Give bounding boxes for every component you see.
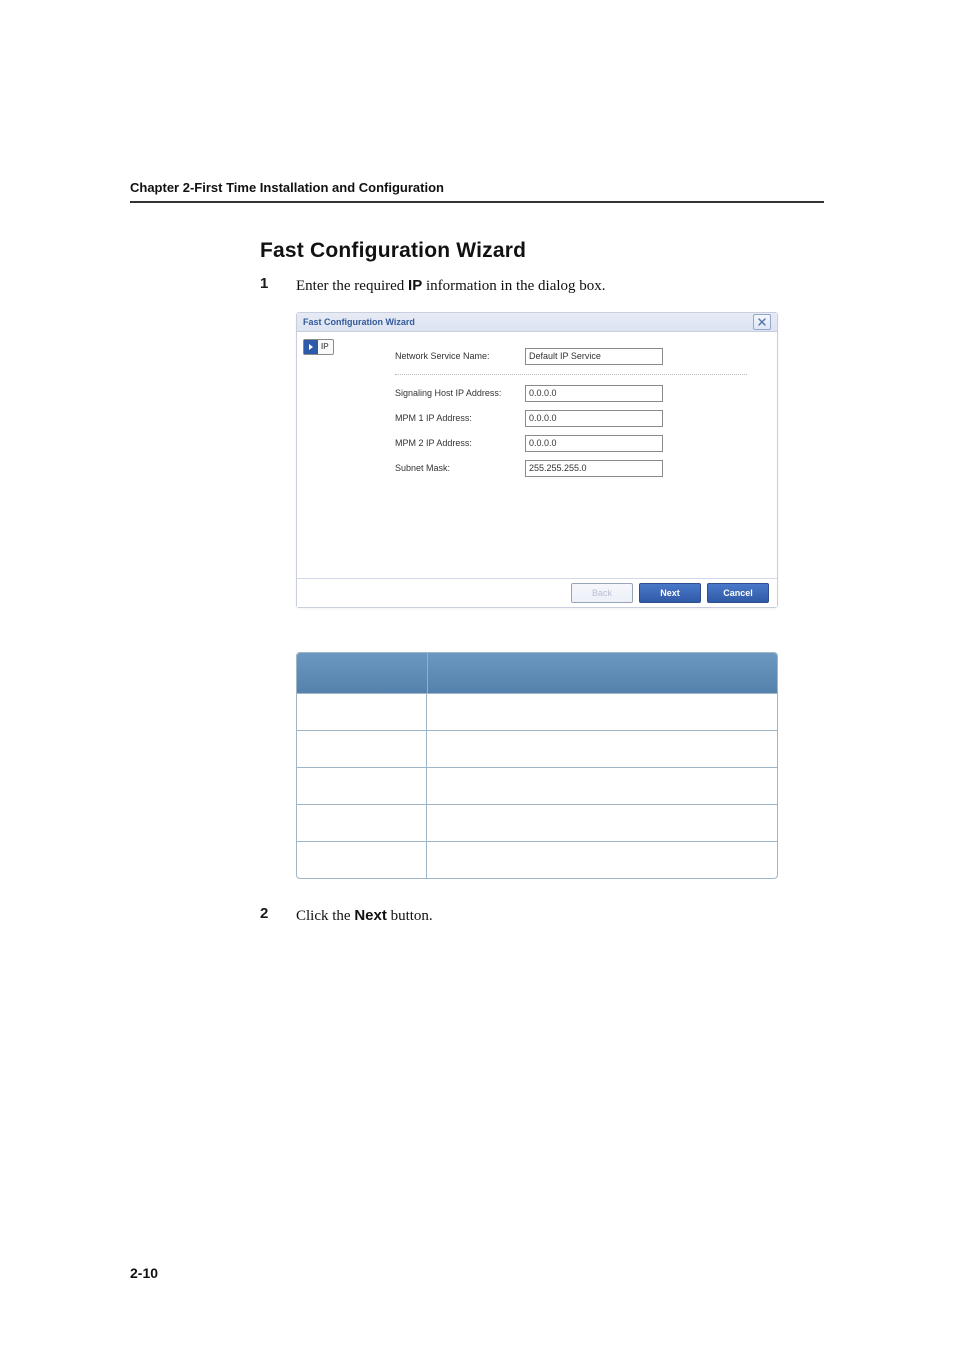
mpm2-label: MPM 2 IP Address:: [395, 438, 525, 448]
step-text-pre: Enter the required: [296, 278, 408, 294]
table-row: [297, 767, 777, 804]
step-text-bold: IP: [408, 277, 422, 294]
subnet-input[interactable]: [525, 460, 663, 477]
mpm2-input[interactable]: [525, 435, 663, 452]
step-2: 2 Click the Next button.: [260, 905, 824, 928]
step-text-post: button.: [387, 908, 433, 924]
sidebar-item-ip[interactable]: IP: [303, 339, 334, 355]
wizard-form: Network Service Name: Signaling Host IP …: [381, 332, 777, 578]
step-text-post: information in the dialog box.: [422, 278, 605, 294]
table-row: [297, 730, 777, 767]
chapter-header: Chapter 2-First Time Installation and Co…: [130, 180, 824, 195]
step-1: 1 Enter the required IP information in t…: [260, 275, 824, 298]
mpm1-label: MPM 1 IP Address:: [395, 413, 525, 423]
page-number: 2-10: [130, 1265, 158, 1281]
step-text-pre: Click the: [296, 908, 354, 924]
table-header-cell: [297, 653, 428, 693]
close-button[interactable]: [753, 314, 771, 330]
header-rule: [130, 201, 824, 203]
cancel-button[interactable]: Cancel: [707, 583, 769, 603]
step-text: Enter the required IP information in the…: [296, 275, 606, 298]
subnet-label: Subnet Mask:: [395, 463, 525, 473]
step-number: 2: [260, 905, 272, 928]
arrow-right-icon: [304, 340, 318, 354]
wizard-title: Fast Configuration Wizard: [303, 317, 415, 327]
table-row: [297, 841, 777, 878]
divider: [395, 373, 747, 375]
next-button[interactable]: Next: [639, 583, 701, 603]
back-button[interactable]: Back: [571, 583, 633, 603]
table-row: [297, 693, 777, 730]
signaling-host-label: Signaling Host IP Address:: [395, 388, 525, 398]
step-text: Click the Next button.: [296, 905, 433, 928]
wizard-dialog: Fast Configuration Wizard IP Network Ser…: [296, 312, 778, 608]
close-icon: [758, 318, 766, 326]
section-title: Fast Configuration Wizard: [260, 239, 824, 263]
mpm1-input[interactable]: [525, 410, 663, 427]
table-header-cell: [428, 653, 777, 693]
step-number: 1: [260, 275, 272, 298]
wizard-sidebar: IP: [297, 332, 381, 578]
step-text-bold: Next: [354, 907, 387, 924]
network-service-name-label: Network Service Name:: [395, 351, 525, 361]
signaling-host-input[interactable]: [525, 385, 663, 402]
parameter-table: [296, 652, 778, 879]
network-service-name-input[interactable]: [525, 348, 663, 365]
sidebar-item-label: IP: [321, 342, 329, 351]
table-row: [297, 804, 777, 841]
